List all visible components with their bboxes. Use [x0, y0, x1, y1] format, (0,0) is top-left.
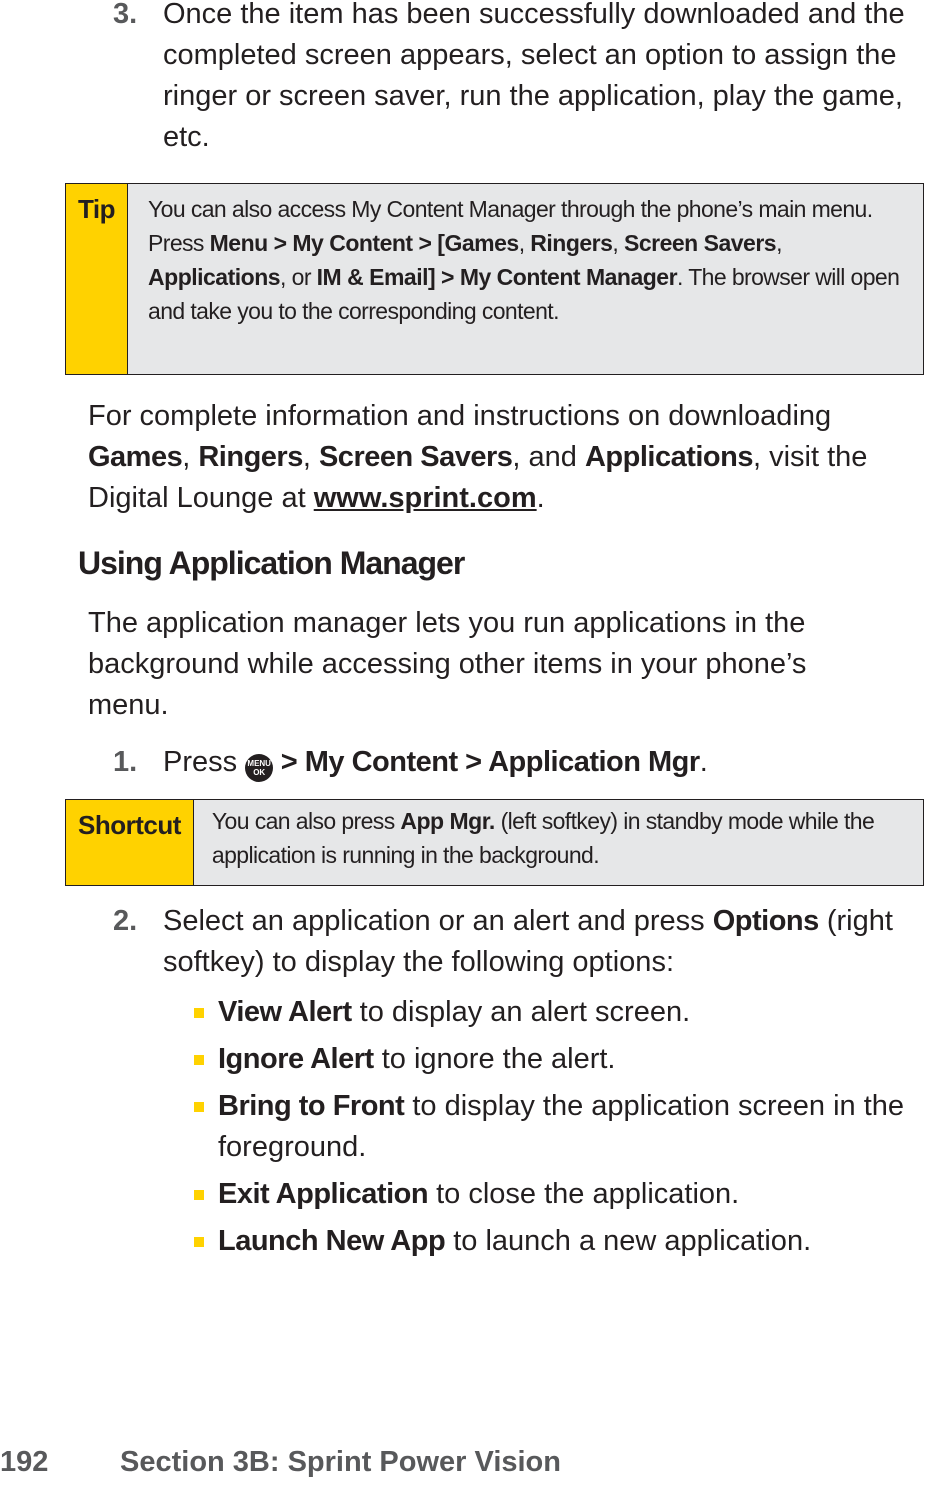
options-list: View Alert to display an alert screen. I… — [190, 992, 930, 1268]
list-item: Bring to Front to display the applicatio… — [190, 1086, 930, 1168]
step-number: 3. — [113, 0, 138, 30]
list-item: Launch New App to launch a new applicati… — [190, 1221, 930, 1262]
bullet-square-icon — [194, 1102, 204, 1112]
step-number: 1. — [113, 746, 138, 778]
step-text: Press MENU OK > My Content > Application … — [163, 742, 913, 783]
shortcut-label: Shortcut — [66, 800, 194, 885]
shortcut-box: Shortcut You can also press App Mgr. (le… — [65, 799, 924, 886]
step-number: 2. — [113, 905, 138, 937]
list-item: Ignore Alert to ignore the alert. — [190, 1039, 930, 1080]
bullet-square-icon — [194, 1190, 204, 1200]
sprint-link[interactable]: www.sprint.com — [314, 482, 537, 514]
tip-box: Tip You can also access My Content Manag… — [65, 183, 924, 375]
info-paragraph: For complete information and instruction… — [88, 400, 868, 514]
section-title: Section 3B: Sprint Power Vision — [120, 1446, 561, 1478]
tip-label: Tip — [66, 184, 129, 374]
list-item: View Alert to display an alert screen. — [190, 992, 930, 1033]
menu-ok-key-icon: MENU OK — [245, 754, 274, 782]
intro-paragraph: The application manager lets you run app… — [88, 607, 807, 721]
shortcut-text: You can also press App Mgr. (left softke… — [211, 808, 875, 868]
step-text: Once the item has been successfully down… — [163, 0, 905, 153]
tip-text: You can also access My Content Manager t… — [148, 196, 900, 324]
bullet-square-icon — [194, 1055, 204, 1065]
bullet-square-icon — [194, 1237, 204, 1247]
section-heading: Using Application Manager — [78, 545, 465, 581]
bullet-square-icon — [194, 1008, 204, 1018]
step-text: Select an application or an alert and pr… — [163, 905, 893, 978]
page-number: 192 — [0, 1446, 49, 1478]
list-item: Exit Application to close the applicatio… — [190, 1174, 930, 1215]
